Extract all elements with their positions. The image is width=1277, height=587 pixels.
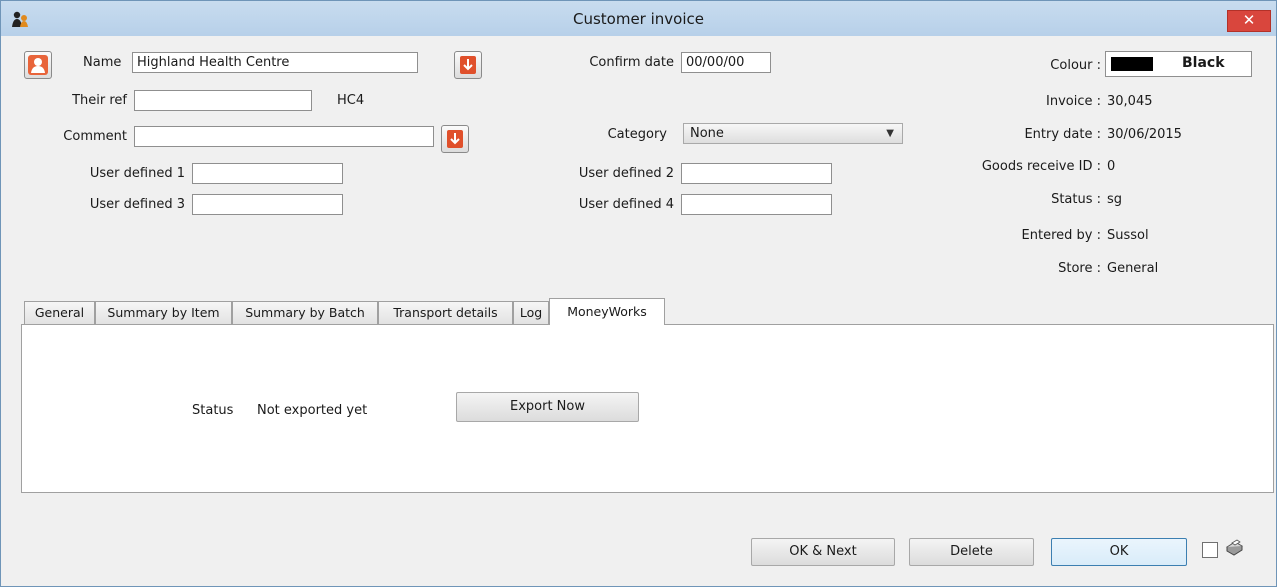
tab-summary-by-batch[interactable]: Summary by Batch bbox=[232, 301, 378, 324]
comment-arrow-button[interactable] bbox=[441, 125, 469, 153]
user-defined-1-field[interactable] bbox=[192, 163, 343, 184]
tab-moneyworks[interactable]: MoneyWorks bbox=[549, 298, 665, 325]
delete-button[interactable]: Delete bbox=[909, 538, 1034, 566]
title-bar: Customer invoice ✕ bbox=[1, 1, 1276, 36]
print-checkbox[interactable] bbox=[1202, 542, 1218, 558]
goods-receive-id-value: 0 bbox=[1107, 159, 1116, 174]
invoice-value: 30,045 bbox=[1107, 94, 1153, 109]
export-status-label: Status bbox=[192, 403, 234, 418]
their-ref-field[interactable] bbox=[134, 90, 312, 111]
export-status-value: Not exported yet bbox=[257, 403, 368, 418]
window-title: Customer invoice bbox=[572, 10, 704, 28]
entered-by-value: Sussol bbox=[1107, 228, 1149, 243]
tab-summary-by-item[interactable]: Summary by Item bbox=[95, 301, 232, 324]
category-select[interactable]: None ▼ bbox=[683, 123, 903, 144]
customer-lookup-button[interactable] bbox=[24, 51, 52, 79]
colour-value: Black bbox=[1182, 55, 1225, 71]
user-defined-3-label: User defined 3 bbox=[89, 197, 185, 212]
their-ref-label: Their ref bbox=[72, 93, 127, 108]
export-now-button[interactable]: Export Now bbox=[456, 392, 639, 422]
entry-date-label: Entry date : bbox=[1024, 127, 1101, 142]
tab-log[interactable]: Log bbox=[513, 301, 549, 324]
colour-label: Colour : bbox=[1050, 58, 1101, 73]
dropdown-arrow-icon: ▼ bbox=[886, 128, 894, 139]
ok-next-button[interactable]: OK & Next bbox=[751, 538, 895, 566]
colour-swatch bbox=[1111, 57, 1153, 71]
invoice-label: Invoice : bbox=[1046, 94, 1101, 109]
moneyworks-panel: Status Not exported yet Export Now bbox=[21, 324, 1274, 493]
colour-picker[interactable]: Black bbox=[1105, 51, 1252, 77]
name-arrow-button[interactable] bbox=[454, 51, 482, 79]
tab-transport-details[interactable]: Transport details bbox=[378, 301, 513, 324]
name-field[interactable]: Highland Health Centre bbox=[132, 52, 418, 73]
comment-label: Comment bbox=[63, 129, 127, 144]
printer-icon bbox=[1226, 539, 1243, 556]
goods-receive-id-label: Goods receive ID : bbox=[981, 159, 1101, 174]
status-value: sg bbox=[1107, 192, 1123, 207]
comment-field[interactable] bbox=[134, 126, 434, 147]
entered-by-label: Entered by : bbox=[1021, 228, 1101, 243]
user-defined-2-field[interactable] bbox=[681, 163, 832, 184]
entry-date-value: 30/06/2015 bbox=[1107, 127, 1182, 142]
category-value: None bbox=[690, 126, 724, 141]
name-label: Name bbox=[83, 55, 122, 70]
category-label: Category bbox=[607, 127, 667, 142]
user-defined-4-field[interactable] bbox=[681, 194, 832, 215]
store-value: General bbox=[1107, 261, 1159, 276]
ok-button[interactable]: OK bbox=[1051, 538, 1187, 566]
arrow-down-icon bbox=[460, 56, 476, 74]
confirm-date-label: Confirm date bbox=[589, 55, 674, 70]
person-icon bbox=[28, 55, 48, 75]
tab-general[interactable]: General bbox=[24, 301, 95, 324]
status-label: Status : bbox=[1051, 192, 1101, 207]
user-defined-3-field[interactable] bbox=[192, 194, 343, 215]
user-defined-1-label: User defined 1 bbox=[89, 166, 185, 181]
arrow-down-icon bbox=[447, 130, 463, 148]
close-button[interactable]: ✕ bbox=[1227, 10, 1271, 32]
store-label: Store : bbox=[1058, 261, 1101, 276]
their-ref-code: HC4 bbox=[337, 93, 365, 108]
user-defined-4-label: User defined 4 bbox=[578, 197, 674, 212]
customer-invoice-window: Customer invoice ✕ Name Highland Health … bbox=[0, 0, 1277, 587]
user-defined-2-label: User defined 2 bbox=[578, 166, 674, 181]
confirm-date-field[interactable]: 00/00/00 bbox=[681, 52, 771, 73]
